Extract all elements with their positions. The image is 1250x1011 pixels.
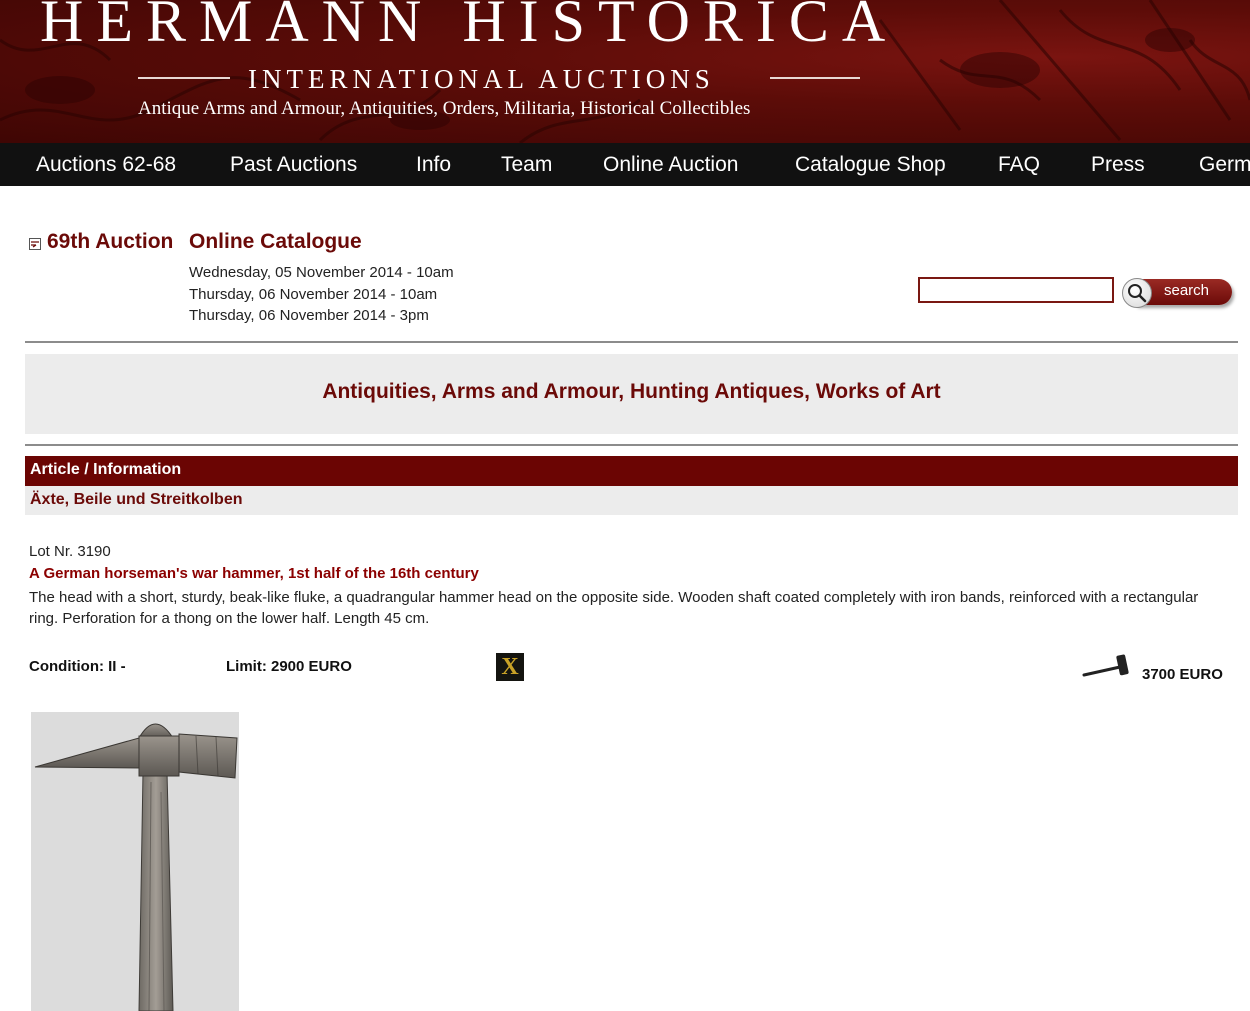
auction-date: Wednesday, 05 November 2014 - 10am xyxy=(189,264,454,281)
article-header-bar: Article / Information xyxy=(25,456,1238,486)
brand-logo-text: HERMANN HISTORICA xyxy=(40,0,899,54)
subcategory-bar: Äxte, Beile und Streitkolben xyxy=(25,486,1238,515)
search-button[interactable]: search xyxy=(1122,277,1234,310)
nav-item-team[interactable]: Team xyxy=(501,143,552,186)
article-header-label: Article / Information xyxy=(30,461,182,478)
category-band: Antiquities, Arms and Armour, Hunting An… xyxy=(25,354,1238,434)
lot-description: The head with a short, sturdy, beak-like… xyxy=(29,589,1199,627)
auction-date: Thursday, 06 November 2014 - 3pm xyxy=(189,307,429,324)
nav-item-info[interactable]: Info xyxy=(416,143,451,186)
brand-subtitle: INTERNATIONAL AUCTIONS xyxy=(248,64,715,94)
nav-item-auctions[interactable]: Auctions 62-68 xyxy=(36,143,176,186)
divider xyxy=(25,341,1238,343)
lot-condition: Condition: II - xyxy=(29,658,126,675)
search-icon xyxy=(1122,278,1152,308)
nav-item-faq[interactable]: FAQ xyxy=(998,143,1040,186)
online-catalogue-link[interactable]: Online Catalogue xyxy=(189,230,362,254)
auction-number: 69th Auction xyxy=(47,230,174,253)
nav-item-press[interactable]: Press xyxy=(1091,143,1145,186)
nav-item-past-auctions[interactable]: Past Auctions xyxy=(230,143,357,186)
search-button-label: search xyxy=(1164,282,1210,299)
nav-item-catalogue-shop[interactable]: Catalogue Shop xyxy=(795,143,946,186)
divider xyxy=(25,444,1238,446)
category-title: Antiquities, Arms and Armour, Hunting An… xyxy=(322,380,941,403)
subtitle-rule-left xyxy=(138,77,230,79)
main-nav: Auctions 62-68 Past Auctions Info Team O… xyxy=(0,143,1250,186)
gavel-icon xyxy=(1082,654,1129,677)
lot-limit: Limit: 2900 EURO xyxy=(226,658,352,675)
auction-date: Thursday, 06 November 2014 - 10am xyxy=(189,286,438,303)
war-hammer-image xyxy=(31,712,239,1011)
hammer-price: 3700 EURO xyxy=(1142,666,1223,683)
lot-image[interactable] xyxy=(31,712,239,1011)
search-input[interactable] xyxy=(918,277,1114,303)
nav-item-online-auction[interactable]: Online Auction xyxy=(603,143,738,186)
subcategory-label: Äxte, Beile und Streitkolben xyxy=(30,491,243,508)
x-badge-icon[interactable]: X xyxy=(496,653,524,681)
subtitle-rule-right xyxy=(770,77,860,79)
lot-title: A German horseman's war hammer, 1st half… xyxy=(29,565,479,582)
header-banner: HERMANN HISTORICA INTERNATIONAL AUCTIONS… xyxy=(0,0,1250,143)
lot-number: Lot Nr. 3190 xyxy=(29,543,111,560)
flag-icon xyxy=(29,238,41,250)
brand-tagline: Antique Arms and Armour, Antiquities, Or… xyxy=(138,98,751,119)
nav-item-german[interactable]: Germ xyxy=(1199,143,1250,186)
